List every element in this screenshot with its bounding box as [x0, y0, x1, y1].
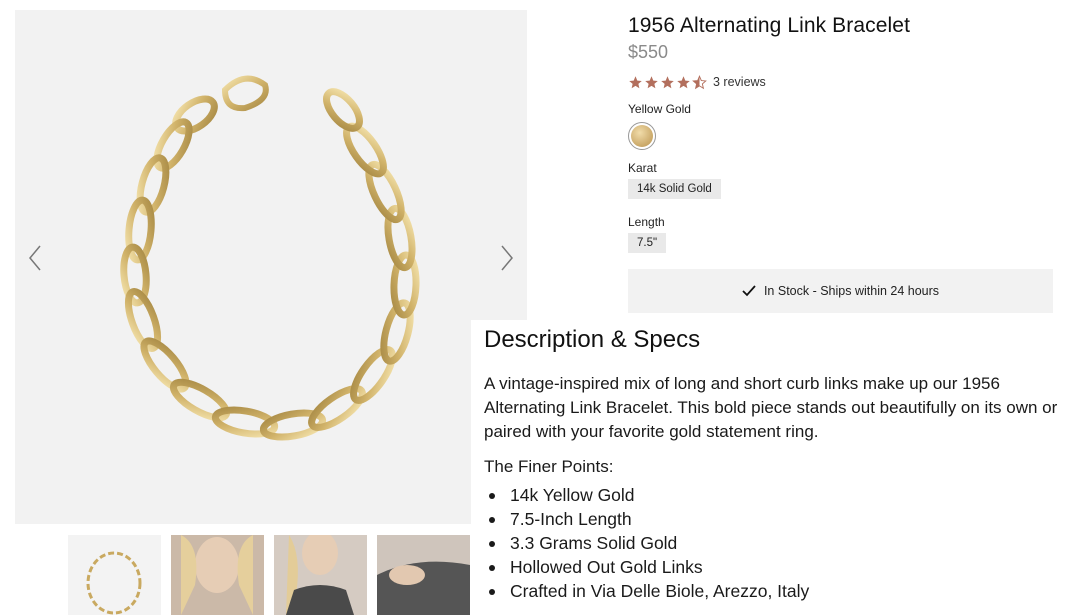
- product-price: $550: [628, 42, 669, 62]
- stock-status: In Stock - Ships within 24 hours: [628, 269, 1053, 313]
- product-info: 1956 Alternating Link Bracelet $550 3 re…: [628, 14, 1053, 253]
- stock-text: In Stock - Ships within 24 hours: [763, 284, 940, 298]
- description-panel: Description & Specs A vintage-inspired m…: [471, 320, 1065, 615]
- star-icon: [645, 75, 658, 88]
- gallery-prev-button[interactable]: [23, 242, 47, 274]
- swatch-fill: [631, 125, 653, 147]
- length-label: Length: [628, 215, 665, 229]
- thumbnail-model-wrist[interactable]: [377, 535, 470, 615]
- karat-option[interactable]: 14k Solid Gold: [628, 179, 721, 199]
- product-title: 1956 Alternating Link Bracelet: [628, 14, 911, 37]
- length-option[interactable]: 7.5": [628, 233, 667, 253]
- star-icon: [661, 75, 674, 88]
- model-thumbnail-image: [377, 535, 470, 615]
- list-item: 14k Yellow Gold: [484, 483, 1065, 507]
- list-item: 7.5-Inch Length: [484, 507, 1065, 531]
- star-icon: [629, 75, 642, 88]
- thumbnail-bracelet[interactable]: [68, 535, 161, 615]
- description-body: A vintage-inspired mix of long and short…: [484, 374, 1058, 441]
- model-thumbnail-image: [171, 535, 264, 615]
- product-rating: 3 reviews: [628, 73, 1053, 91]
- finer-points-title: The Finer Points:: [484, 457, 614, 476]
- yellow-gold-swatch[interactable]: [628, 122, 656, 150]
- list-item: 3.3 Grams Solid Gold: [484, 531, 1065, 555]
- thumbnail-model-neck[interactable]: [171, 535, 264, 615]
- bracelet-thumbnail-image: [86, 551, 142, 615]
- thumbnail-strip: [68, 535, 470, 615]
- half-star-icon: [692, 74, 707, 89]
- checkmark-icon: [742, 285, 756, 297]
- list-item: Hollowed Out Gold Links: [484, 555, 1065, 579]
- finer-points-list: 14k Yellow Gold 7.5-Inch Length 3.3 Gram…: [484, 483, 1065, 603]
- karat-label: Karat: [628, 161, 657, 175]
- star-icon: [677, 75, 690, 88]
- star-rating: [628, 74, 707, 90]
- model-thumbnail-image: [274, 535, 367, 615]
- chevron-left-icon: [29, 245, 41, 271]
- gallery-next-button[interactable]: [495, 242, 519, 274]
- list-item: Crafted in Via Delle Biole, Arezzo, Ital…: [484, 579, 1065, 603]
- bracelet-image: [120, 75, 420, 441]
- reviews-link[interactable]: 3 reviews: [713, 75, 766, 89]
- thumbnail-model-chest[interactable]: [274, 535, 367, 615]
- chevron-right-icon: [501, 245, 513, 271]
- color-label: Yellow Gold: [628, 102, 691, 116]
- description-heading: Description & Specs: [484, 326, 701, 353]
- product-image-gallery: [15, 10, 527, 524]
